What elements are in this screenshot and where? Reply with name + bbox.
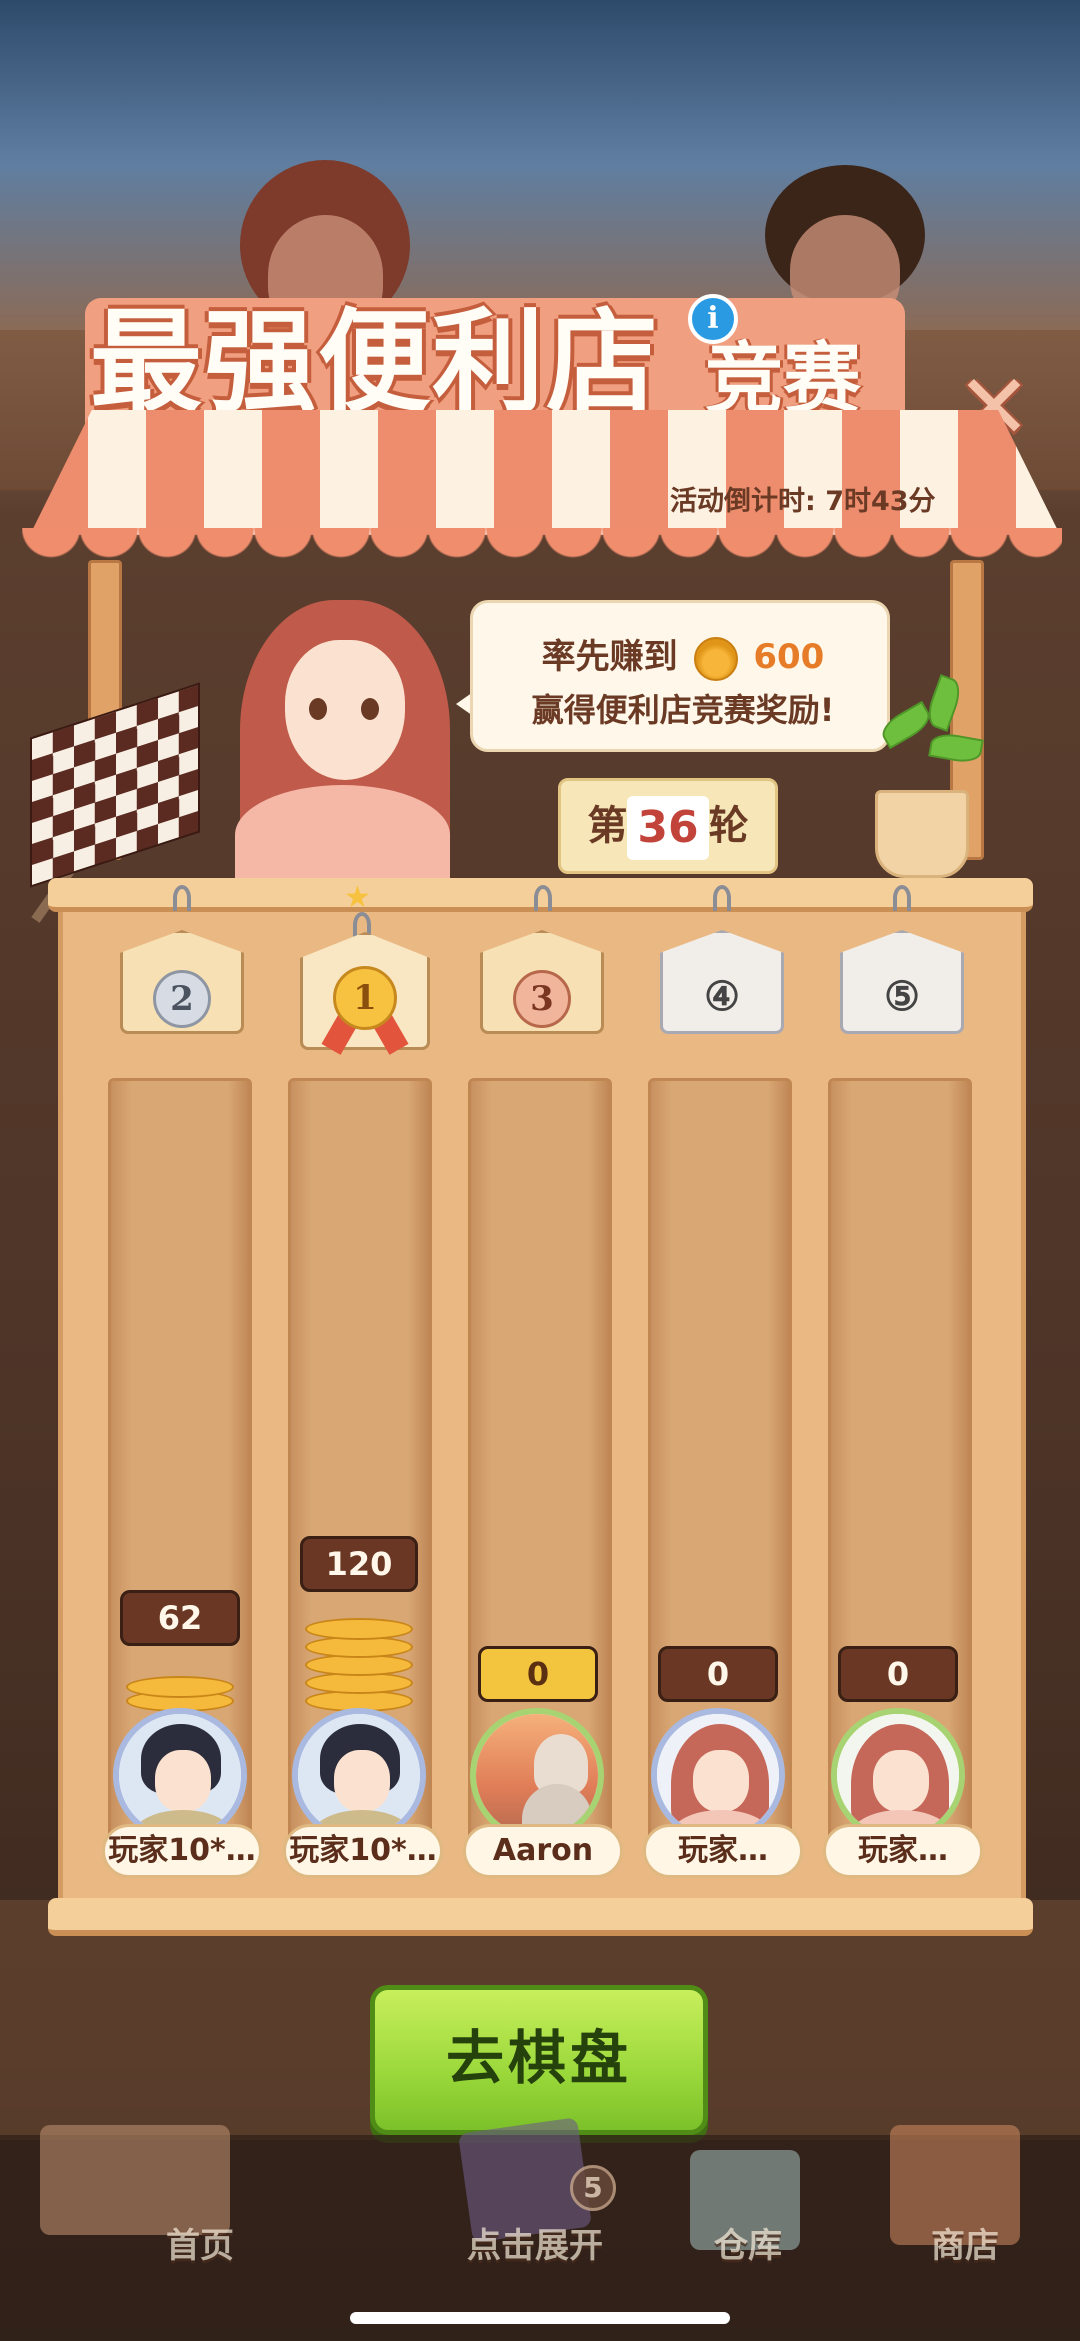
awning-scallop (22, 528, 1062, 588)
coin-stack-icon (126, 1676, 234, 1698)
nav-item-expand[interactable]: 点击展开 (435, 2218, 635, 2267)
player-avatar[interactable] (113, 1708, 247, 1842)
checkered-flag-icon (30, 682, 200, 888)
round-badge: 第 36 轮 (558, 778, 778, 874)
bronze-medal-icon: 3 (513, 970, 571, 1028)
go-to-board-button[interactable]: 去棋盘 (370, 1985, 708, 2135)
nav-item-warehouse[interactable]: 仓库 (648, 2218, 848, 2267)
player-name: 玩家10*… (283, 1824, 443, 1878)
round-prefix: 第 (587, 803, 628, 849)
coin-stack-icon (305, 1618, 413, 1640)
gold-medal-icon: 1 (333, 966, 397, 1030)
avatar-face (693, 1750, 749, 1812)
event-countdown: 活动倒计时: 7时43分 (670, 486, 936, 517)
player-name: 玩家… (823, 1824, 983, 1878)
goal-reward-text: 赢得便利店竞赛奖励! (531, 691, 835, 729)
board-bottom-rail (48, 1898, 1033, 1936)
avatar-face (334, 1750, 390, 1812)
player-avatar[interactable] (651, 1708, 785, 1842)
player-score: 0 (658, 1646, 778, 1702)
player-name: 玩家10*… (102, 1824, 262, 1878)
host-eye-right (361, 698, 379, 720)
nav-item-home[interactable]: 首页 (100, 2218, 300, 2267)
silver-medal-icon: 2 (153, 970, 211, 1028)
tag-hook (173, 885, 191, 911)
host-character-face (285, 640, 405, 780)
tag-hook (713, 885, 731, 911)
rank-number: ⑤ (884, 973, 920, 1020)
round-number: 36 (627, 796, 709, 860)
nav-badge: 5 (570, 2165, 616, 2211)
paw-coin-icon (693, 636, 738, 681)
avatar-face (873, 1750, 929, 1812)
player-score: 62 (120, 1590, 240, 1646)
player-score: 120 (300, 1536, 418, 1592)
nav-item-shop[interactable]: 商店 (865, 2218, 1065, 2267)
goal-amount: 600 (753, 637, 825, 677)
player-score: 0 (838, 1646, 958, 1702)
tag-hook (534, 885, 552, 911)
round-suffix: 轮 (708, 803, 749, 849)
goal-speech-bubble: 率先赚到 600 赢得便利店竞赛奖励! (470, 600, 890, 752)
goal-prefix: 率先赚到 (541, 637, 678, 677)
player-name: 玩家… (643, 1824, 803, 1878)
player-score: 0 (478, 1646, 598, 1702)
host-character-body (235, 785, 450, 885)
player-avatar[interactable] (292, 1708, 426, 1842)
player-avatar[interactable] (831, 1708, 965, 1842)
tag-hook (893, 885, 911, 911)
star-icon: ★ (344, 880, 371, 915)
home-indicator[interactable] (350, 2312, 730, 2324)
rank-number: ④ (704, 973, 740, 1020)
player-avatar[interactable] (470, 1708, 604, 1842)
player-name: Aaron (463, 1824, 623, 1878)
plant-pot (875, 790, 969, 878)
avatar-face (155, 1750, 211, 1812)
info-icon[interactable]: i (688, 294, 738, 344)
host-eye-left (309, 698, 327, 720)
goal-line: 率先赚到 600 (473, 629, 893, 681)
